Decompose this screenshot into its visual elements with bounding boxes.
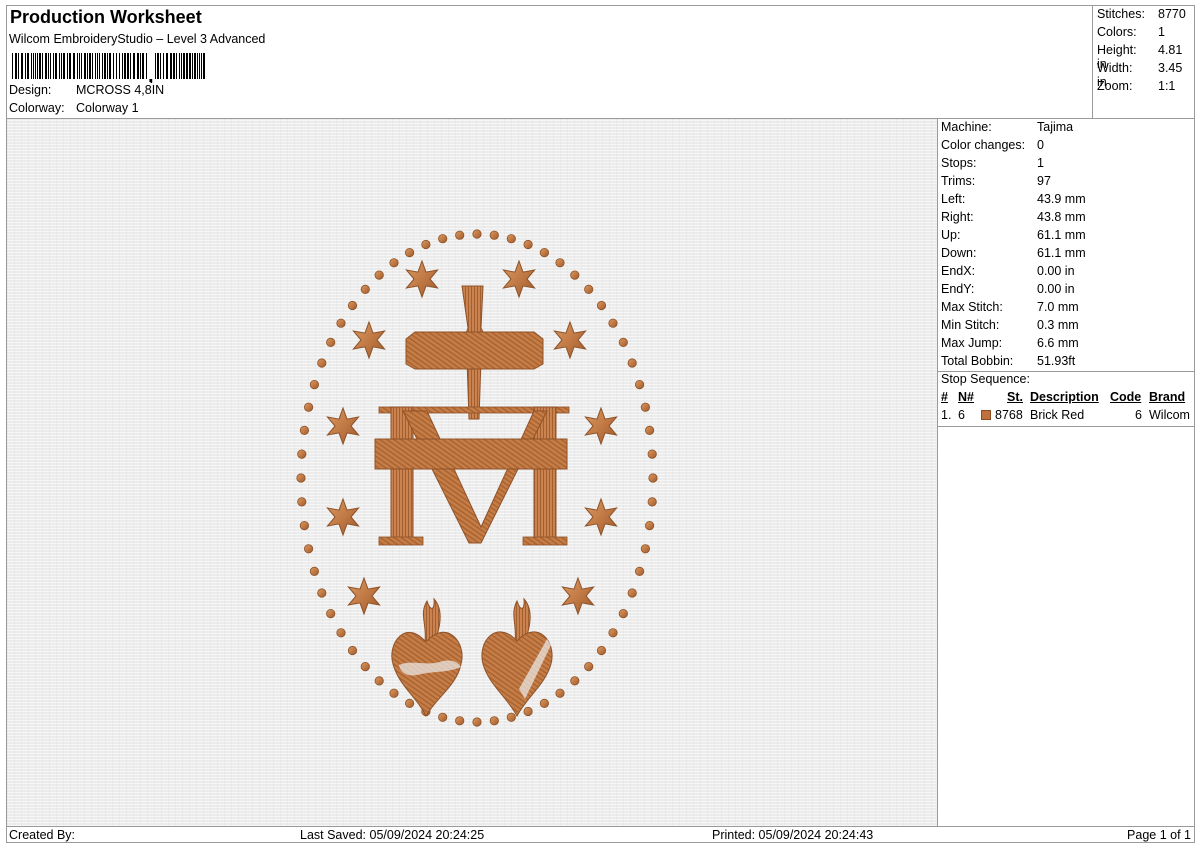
printed-date: Printed: 05/09/2024 20:24:43	[712, 828, 874, 842]
min-stitch-label: Min Stitch:	[941, 318, 1000, 332]
max-stitch-row: Max Stitch: 7.0 mm	[941, 300, 1079, 314]
trims-label: Trims:	[941, 174, 976, 188]
colorway-row: Colorway: Colorway 1	[9, 101, 139, 115]
max-jump-row: Max Jump: 6.6 mm	[941, 336, 1079, 350]
monogram-m	[374, 406, 570, 546]
stops-label: Stops:	[941, 156, 977, 170]
worksheet-header: Production Worksheet Wilcom EmbroiderySt…	[7, 6, 1092, 118]
endy-row: EndY: 0.00 in	[941, 282, 1075, 296]
worksheet-title: Production Worksheet	[10, 7, 202, 27]
col-code: Code	[1110, 390, 1142, 404]
max-stitch-value: 7.0 mm	[1037, 300, 1079, 314]
page-number: Page 1 of 1	[1127, 828, 1191, 842]
production-worksheet: Production Worksheet Wilcom EmbroiderySt…	[6, 5, 1195, 843]
height-label: Height:	[1097, 43, 1137, 57]
color-changes-value: 0	[1037, 138, 1044, 152]
embroidery-design	[296, 229, 658, 727]
endx-value: 0.00 in	[1037, 264, 1075, 278]
total-bobbin-value: 51.93ft	[1037, 354, 1076, 368]
up-row: Up: 61.1 mm	[941, 228, 1086, 242]
down-row: Down: 61.1 mm	[941, 246, 1086, 260]
stops-value: 1	[1037, 156, 1044, 170]
design-row: Design: MCROSS 4,8IN	[9, 83, 164, 97]
row-code: 6	[1135, 408, 1142, 422]
machine-label: Machine:	[941, 120, 992, 134]
left-label: Left:	[941, 192, 966, 206]
created-by: Created By:	[9, 828, 76, 842]
row-num: 1.	[941, 408, 952, 422]
design-preview	[7, 119, 938, 826]
col-brand: Brand	[1149, 390, 1186, 404]
row-needle: 6	[958, 408, 965, 422]
left-row: Left: 43.9 mm	[941, 192, 1086, 206]
zoom-label: Zoom:	[1097, 79, 1133, 93]
colorway-value: Colorway 1	[76, 101, 139, 115]
colorway-label: Colorway:	[9, 101, 65, 115]
stop-sequence-bottom-divider	[938, 426, 1194, 427]
colors-row: Colors: 1	[1097, 25, 1165, 39]
trims-value: 97	[1037, 174, 1051, 188]
down-value: 61.1 mm	[1037, 246, 1086, 260]
col-num: #	[941, 390, 948, 404]
endx-label: EndX:	[941, 264, 976, 278]
up-value: 61.1 mm	[1037, 228, 1086, 242]
design-label: Design:	[9, 83, 52, 97]
stitches-row: Stitches: 8770	[1097, 7, 1186, 21]
row-stitches: 8768	[995, 408, 1023, 422]
stop-sequence-title: Stop Sequence:	[941, 372, 1030, 386]
last-saved: Last Saved: 05/09/2024 20:24:25	[300, 828, 485, 842]
endy-value: 0.00 in	[1037, 282, 1075, 296]
worksheet-footer: Created By: Last Saved: 05/09/2024 20:24…	[7, 826, 1194, 844]
summary-panel: Stitches: 8770 Colors: 1 Height: 4.81 in Wi…	[1092, 6, 1194, 118]
stitches-value: 8770	[1158, 7, 1186, 21]
max-stitch-label: Max Stitch:	[941, 300, 1003, 314]
stitches-label: Stitches:	[1097, 7, 1145, 21]
software-name: Wilcom EmbroideryStudio – Level 3 Advanc…	[9, 32, 266, 46]
col-stitches: St.	[1007, 390, 1023, 404]
stops-row: Stops: 1	[941, 156, 1044, 170]
down-label: Down:	[941, 246, 977, 260]
width-label: Width:	[1097, 61, 1133, 75]
colors-value: 1	[1158, 25, 1165, 39]
sacred-hearts	[391, 597, 553, 718]
trims-row: Trims: 97	[941, 174, 1051, 188]
total-bobbin-row: Total Bobbin: 51.93ft	[941, 354, 1075, 368]
endy-label: EndY:	[941, 282, 975, 296]
col-needle: N#	[958, 390, 974, 404]
right-value: 43.8 mm	[1037, 210, 1086, 224]
svg-text:,: ,	[148, 65, 154, 83]
endx-row: EndX: 0.00 in	[941, 264, 1075, 278]
colors-label: Colors:	[1097, 25, 1137, 39]
max-jump-value: 6.6 mm	[1037, 336, 1079, 350]
cross-motif	[405, 285, 544, 420]
min-stitch-row: Min Stitch: 0.3 mm	[941, 318, 1079, 332]
col-description: Description	[1030, 390, 1099, 404]
max-jump-label: Max Jump:	[941, 336, 1003, 350]
machine-value: Tajima	[1037, 120, 1074, 134]
row-brand: Wilcom	[1149, 408, 1190, 422]
design-value: MCROSS 4,8IN	[76, 83, 165, 97]
total-bobbin-label: Total Bobbin:	[941, 354, 1014, 368]
right-label: Right:	[941, 210, 974, 224]
left-value: 43.9 mm	[1037, 192, 1086, 206]
right-row: Right: 43.8 mm	[941, 210, 1086, 224]
color-changes-label: Color changes:	[941, 138, 1026, 152]
machine-row: Machine: Tajima	[941, 120, 1073, 134]
row-description: Brick Red	[1030, 408, 1085, 422]
color-changes-row: Color changes: 0	[941, 138, 1044, 152]
zoom-value: 1:1	[1158, 79, 1176, 93]
zoom-row: Zoom: 1:1	[1097, 79, 1175, 93]
min-stitch-value: 0.3 mm	[1037, 318, 1079, 332]
thread-color-swatch	[981, 410, 991, 420]
barcode-image: ,	[12, 53, 205, 83]
up-label: Up:	[941, 228, 961, 242]
